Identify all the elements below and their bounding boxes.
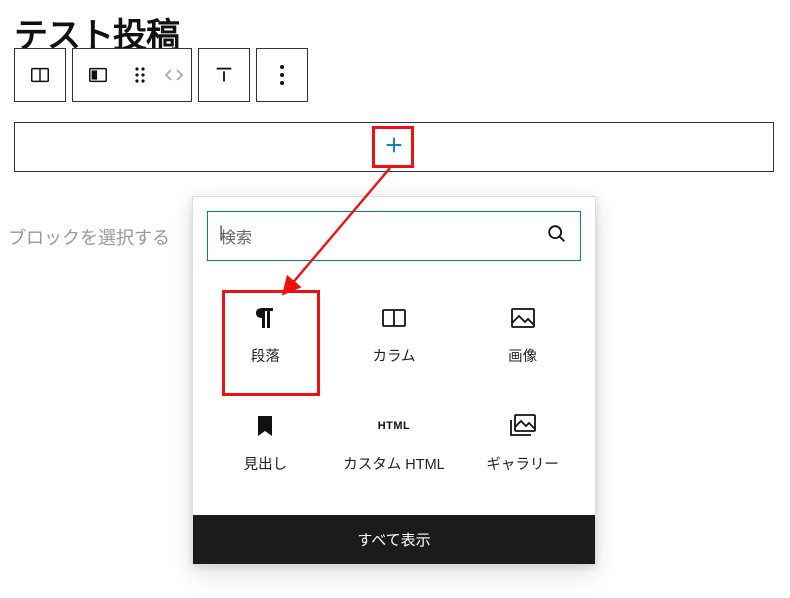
- image-icon: [510, 305, 536, 331]
- left-right-icon: [163, 66, 185, 84]
- show-all-button[interactable]: すべて表示: [193, 515, 595, 564]
- columns-icon: [381, 305, 407, 331]
- column-icon: [87, 64, 109, 86]
- block-grid: 段落 カラム 画像 見出: [193, 275, 595, 515]
- drag-handle-icon: [133, 66, 147, 84]
- toolbar-group-more: [256, 48, 308, 102]
- toolbar-group-parent: [14, 48, 66, 102]
- block-item-gallery[interactable]: ギャラリー: [458, 389, 587, 497]
- select-block-placeholder: ブロックを選択する: [8, 224, 170, 250]
- search-input[interactable]: | 検索: [207, 211, 581, 261]
- columns-icon: [29, 64, 51, 86]
- block-label: 見出し: [244, 453, 288, 474]
- toolbar-group-block: [72, 48, 192, 102]
- paragraph-icon: [255, 305, 275, 331]
- more-icon: [279, 64, 285, 86]
- block-label: 段落: [251, 345, 280, 366]
- parent-block-button[interactable]: [15, 49, 65, 101]
- block-item-custom-html[interactable]: HTML カスタム HTML: [330, 389, 459, 497]
- bookmark-icon: [256, 413, 274, 439]
- drag-handle[interactable]: [123, 49, 157, 101]
- block-label: カラム: [372, 345, 415, 366]
- block-item-image[interactable]: 画像: [458, 281, 587, 389]
- block-item-paragraph[interactable]: 段落: [201, 281, 330, 389]
- block-label: カスタム HTML: [343, 453, 445, 474]
- columns-block-area[interactable]: [14, 122, 774, 172]
- block-inserter-popup: | 検索 段落 カラム: [192, 196, 596, 565]
- gallery-icon: [509, 413, 537, 439]
- more-options-button[interactable]: [257, 49, 307, 101]
- move-updown-button[interactable]: [157, 49, 191, 101]
- search-icon: [546, 223, 568, 250]
- html-icon: HTML: [378, 413, 411, 439]
- block-item-heading[interactable]: 見出し: [201, 389, 330, 497]
- block-label: 画像: [508, 345, 537, 366]
- block-item-columns[interactable]: カラム: [330, 281, 459, 389]
- text-caret: |: [219, 224, 223, 242]
- vertical-align-button[interactable]: [199, 49, 249, 101]
- toolbar-group-align: [198, 48, 250, 102]
- block-toolbar: [14, 48, 314, 102]
- add-block-button[interactable]: [383, 134, 405, 161]
- plus-icon: [383, 134, 405, 156]
- block-type-button[interactable]: [73, 49, 123, 101]
- search-placeholder: | 検索: [220, 224, 546, 248]
- block-label: ギャラリー: [486, 453, 559, 474]
- align-top-icon: [213, 64, 235, 86]
- search-row: | 検索: [193, 197, 595, 275]
